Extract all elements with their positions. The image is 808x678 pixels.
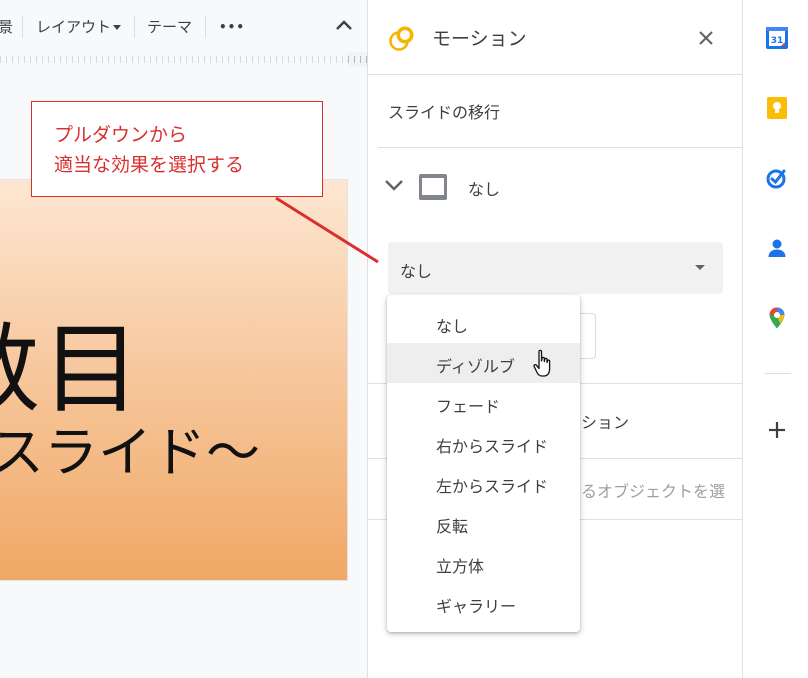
caret-down-icon — [113, 25, 122, 30]
menu-item-flip[interactable]: 反転 — [387, 503, 580, 543]
menu-item-label: ディゾルブ — [436, 357, 515, 376]
keep-icon[interactable] — [765, 96, 789, 120]
transition-select-value: なし — [400, 262, 433, 281]
slide-editor: 景 レイアウト テーマ ••• 数目 スライド～ プルダウンから 適当な効果を選… — [0, 0, 367, 678]
toolbar-separator — [205, 16, 206, 38]
callout-line-1: プルダウンから — [54, 124, 188, 146]
rail-separator — [765, 373, 791, 374]
menu-item-label: ギャラリー — [436, 597, 517, 616]
transition-dropdown-menu: なし ディゾルブ フェード 右からスライド 左からスライド 反転 立方体 ギャラ… — [387, 295, 580, 632]
menu-item-cube[interactable]: 立方体 — [387, 543, 580, 583]
tasks-icon[interactable] — [765, 166, 789, 190]
panel-title: モーション — [432, 28, 527, 50]
menu-item-slide-from-right[interactable]: 右からスライド — [387, 423, 580, 463]
object-animation-label: ション — [581, 413, 630, 432]
calendar-icon[interactable]: 31 — [765, 26, 789, 50]
layout-button-label: レイアウト — [36, 18, 112, 36]
toolbar-separator — [22, 16, 23, 38]
current-transition-label[interactable]: なし — [468, 176, 500, 200]
slide-transition-title: スライドの移行 — [388, 103, 501, 122]
close-icon[interactable] — [694, 26, 718, 50]
layout-button[interactable]: レイアウト — [36, 16, 122, 37]
more-options-button[interactable]: ••• — [219, 20, 245, 34]
toolbar: 景 レイアウト テーマ ••• — [0, 0, 367, 52]
slide-canvas[interactable]: 数目 スライド～ — [0, 180, 347, 580]
theme-button[interactable]: テーマ — [147, 16, 192, 37]
menu-item-label: 右からスライド — [436, 437, 549, 456]
menu-item-none[interactable]: なし — [387, 303, 580, 343]
maps-icon[interactable] — [765, 306, 789, 330]
menu-item-label: 左からスライド — [436, 477, 549, 496]
transition-select[interactable]: なし — [388, 242, 723, 294]
menu-item-gallery[interactable]: ギャラリー — [387, 583, 580, 623]
slide-thumbnail-icon — [419, 174, 447, 200]
contacts-icon[interactable] — [765, 236, 789, 260]
toolbar-partial-item[interactable]: 景 — [0, 16, 13, 37]
toolbar-separator — [134, 16, 135, 38]
section-divider — [378, 147, 743, 148]
side-addon-rail: 31 — [742, 0, 808, 678]
motion-icon — [389, 26, 414, 51]
hand-pointer-cursor-icon — [533, 349, 551, 377]
add-addon-icon[interactable] — [765, 418, 789, 442]
menu-item-slide-from-left[interactable]: 左からスライド — [387, 463, 580, 503]
menu-item-label: なし — [436, 317, 469, 336]
dropdown-arrow-icon — [695, 265, 705, 270]
panel-header: モーション — [368, 0, 743, 75]
callout-line-2: 適当な効果を選択する — [54, 154, 245, 176]
slide-subtitle-text: スライド～ — [0, 421, 260, 484]
chevron-down-icon[interactable] — [384, 175, 404, 195]
menu-item-fade[interactable]: フェード — [387, 383, 580, 423]
ruler-page-band — [0, 52, 347, 67]
menu-item-label: 反転 — [436, 517, 469, 536]
menu-item-label: 立方体 — [436, 557, 485, 576]
calendar-day-text: 31 — [771, 36, 784, 46]
collapse-toolbar-icon[interactable] — [335, 18, 353, 32]
menu-item-label: フェード — [436, 397, 501, 416]
annotation-callout: プルダウンから 適当な効果を選択する — [31, 101, 323, 197]
select-object-hint: るオブジェクトを選 — [581, 482, 726, 501]
